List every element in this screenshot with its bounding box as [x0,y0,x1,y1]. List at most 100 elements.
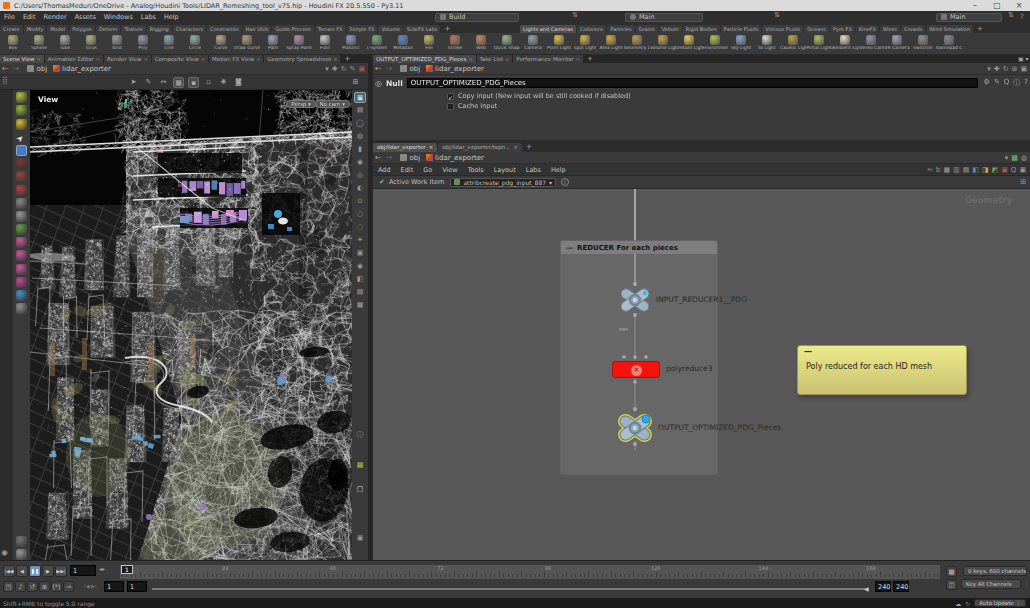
node-input-label[interactable]: INPUT_REDUCER1__PDG [656,295,747,304]
shelf-tool-tube[interactable]: Tube [52,33,78,54]
shelf-tab-polygon[interactable]: Polygon [69,25,95,33]
step-icon[interactable]: → [63,581,74,592]
param-info-icon[interactable]: ⓘ [1013,78,1020,88]
edit-icon[interactable]: ✎ [350,65,356,73]
context-chip[interactable]: obj [27,65,47,73]
white-box-icon[interactable]: ▢ [354,484,366,495]
cols-2-icon[interactable]: ▤ [963,166,970,174]
shelf-tool-torus[interactable]: Torus [78,33,104,54]
lock-icon[interactable]: ▮ [354,144,366,155]
shelf-tab-hair-utils[interactable]: Hair Utils [243,25,272,33]
menu-help[interactable]: Help [160,11,183,23]
close-tab-icon[interactable]: × [513,143,518,152]
shelf-tool-spot-light[interactable]: Spot Light [572,33,598,51]
cook-icon[interactable]: ☁ [955,600,961,607]
info-circle-icon[interactable]: ⓘ [354,430,366,441]
shelf-tab-add-right[interactable]: + [974,25,986,33]
param-back-icon[interactable]: ← [375,64,382,73]
ring-icon[interactable]: ○ [354,209,366,220]
close-tab-icon[interactable]: × [96,55,100,63]
param-pin-icon[interactable]: ✚ [994,65,1000,73]
range-lock-icons[interactable]: |◀ ▶| [84,583,97,589]
export-icon[interactable]: ◳ [3,581,14,592]
net-menu-edit[interactable]: Edit [396,166,419,174]
shelf-tab-create[interactable]: Create [0,25,23,33]
jump-start-button[interactable]: |◀◀ [3,565,15,577]
back-icon[interactable]: ← [2,64,9,73]
shelf-tool-point-light[interactable]: Point Light [546,33,572,51]
node-name-field[interactable]: OUTPUT_OPTIMIZED_PDG_Pieces [407,78,978,88]
net-caret-icon[interactable]: ▾ [1005,154,1009,162]
snap-move-icon[interactable]: ↔ [158,77,169,88]
shelf-tool-curve[interactable]: Curve [208,33,234,54]
pane-tab-geometry-spreadsheet[interactable]: Geometry Spreadsheet× [264,55,340,63]
net-forward-icon[interactable]: → [386,153,393,162]
pane-grip-icon[interactable]: ⣿ [2,76,14,88]
shelf-tool-path[interactable]: Path [260,33,286,54]
dash-icon[interactable]: ◌ [354,222,366,233]
param-box-icon[interactable]: ▣ [1020,65,1027,73]
menu-render[interactable]: Render [39,11,70,23]
sync-icon[interactable]: ↻ [341,65,347,73]
shelf-tool-vr-camera[interactable]: VR Camera [884,33,910,51]
net-menu-view[interactable]: View [437,166,462,174]
circ-2-icon[interactable]: ◍ [354,131,366,142]
shelf-tab-simple-fx[interactable]: Simple FX [347,25,378,33]
net-menu-help[interactable]: Help [546,166,571,174]
star-icon[interactable]: ✦ [354,235,366,246]
layout-selector[interactable]: Main [936,13,1002,22]
shelf-tool-quick-shapes[interactable]: Quick Shapes [494,33,520,54]
tool-blue-icon[interactable] [16,290,27,301]
minimize-button[interactable]: – [964,0,986,11]
range-end2-field[interactable]: 240 [893,581,909,592]
shelf-tab-wind-simulation[interactable]: Wind Simulation [926,25,973,33]
snap-prim-icon[interactable]: ▪ [188,77,199,88]
circ-4-icon[interactable]: ◎ [354,170,366,181]
layout-swap-icon[interactable]: ⇅ [1008,11,1014,19]
pane-tab-render-view[interactable]: Render View× [104,55,151,63]
close-tab-icon[interactable]: × [37,55,41,63]
param-search-icon[interactable]: Q [1004,78,1010,88]
close-tab-icon[interactable]: × [201,55,205,63]
shelf-tab-rigid-bodies[interactable]: Rigid Bodies [683,25,720,33]
shelf-tool-stereo-camera[interactable]: Stereo Camera [858,33,884,51]
shelf-tool-circle[interactable]: Circle [182,33,208,54]
shelf-tab-oceans[interactable]: Oceans [804,25,829,33]
shelf-tab-grains[interactable]: Grains [636,25,658,33]
shelf-tool-l-system[interactable]: L-System [364,33,390,54]
close-tab-icon[interactable]: × [505,55,509,63]
param-gear-icon[interactable]: ⊛ [1012,65,1018,73]
param-gear2-icon[interactable]: ⚙ [984,78,990,88]
shelf-tool-line[interactable]: Line [156,33,182,54]
sticky-minimize-icon[interactable]: — [804,347,812,356]
grid2-icon[interactable]: ▦ [354,300,366,311]
snapshot-icon[interactable]: ▣ [358,65,365,73]
range-handle-icon[interactable]: ◀ [864,585,869,592]
tool-red-2-icon[interactable] [16,171,27,182]
shade-l-icon[interactable]: ◧ [354,274,366,285]
shelf-tool-area-light[interactable]: Area Light [598,33,624,51]
play-reverse-button[interactable]: ◀ [16,565,28,577]
node-input-reducer[interactable] [617,285,653,315]
network-editor[interactable]: Geometry — REDUCER For each pieces INPUT… [373,189,1030,560]
desktop-swap-icon[interactable]: ⇅ [572,11,578,19]
shelf-tab-pyro-fx[interactable]: Pyro FX [830,25,855,33]
shelf-tool-sphere[interactable]: Sphere [26,33,52,54]
copy-input-row[interactable]: ✓ Copy input (New input will be still co… [447,92,631,100]
render-flag-icon[interactable]: ❋ [218,77,229,88]
close-tab-icon[interactable]: × [468,55,472,63]
current-frame-field[interactable]: 1 [70,565,96,576]
pane-layout-icon[interactable]: ▣ ▾ [1018,55,1029,62]
node-chip[interactable]: lidar_exporter [53,65,111,73]
radial-swap-icon[interactable]: ⇅ [774,11,780,19]
shelf-tool-3-icon[interactable] [16,119,27,130]
frame-spinner[interactable]: ◂▸ [99,565,105,572]
snapshot-camera-icon[interactable]: ◉ [1,548,8,557]
shelf-tab-terrain-fx[interactable]: Terrain FX [315,25,346,33]
key-all-channels-button[interactable]: Key All Channels [961,579,1021,589]
shelf-tool-geometry-light[interactable]: Geometry Light [624,33,650,51]
shelf-tool-font[interactable]: Font [312,33,338,54]
shelf-tab-add-left[interactable]: + [441,25,453,33]
network-tab-obj-lidar-exporter-topn[interactable]: obj/lidar_exporter/topn...× [438,143,522,152]
shelf-tool-platonic[interactable]: Platonic [338,33,364,54]
